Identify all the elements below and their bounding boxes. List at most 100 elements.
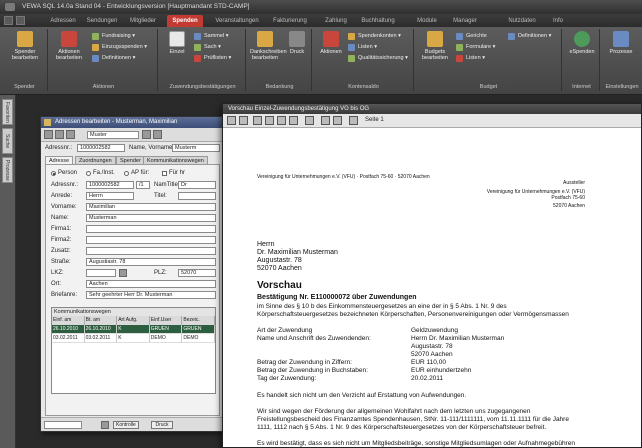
search-icon[interactable]	[142, 130, 151, 139]
last-page-icon[interactable]	[289, 116, 298, 125]
plz-field[interactable]: 52070	[178, 269, 216, 277]
kontrolle-button[interactable]: Kontrolle	[113, 421, 139, 429]
multi-page-icon[interactable]	[333, 116, 342, 125]
tab-buchhaltung[interactable]: Buchhaltung	[356, 15, 400, 27]
first-name-field[interactable]: Maximilian	[86, 203, 216, 211]
tab-zahlung[interactable]: Zahlung	[320, 15, 352, 27]
druck-button[interactable]: Druck	[282, 31, 312, 55]
column-header[interactable]: Bt. am	[84, 316, 118, 325]
new-record-icon[interactable]	[66, 130, 75, 139]
budgets-bearbeiten-button[interactable]: Budgets bearbeiten	[420, 31, 450, 61]
radio-person[interactable]	[51, 171, 56, 176]
tab-fakturierung[interactable]: Fakturierung	[268, 15, 312, 27]
lkz-field[interactable]	[86, 269, 116, 277]
ribbon-group-label: Spender	[14, 84, 35, 90]
paragraph-line: Freistellungsbescheid des Finanzamtes Sp…	[257, 416, 569, 423]
field-label: Art der Zuwendung	[257, 327, 313, 334]
address-no-label: Adressnr.:	[45, 145, 73, 151]
zusatz-field[interactable]	[86, 247, 216, 255]
delete-icon[interactable]	[101, 421, 109, 429]
tab-veranstaltungen[interactable]: Veranstaltungen	[212, 15, 262, 27]
fundraising-button[interactable]: Fundraising ▾	[92, 32, 135, 41]
sach-button[interactable]: Sach ▾	[194, 43, 221, 52]
address-no-field[interactable]: 1000002582	[77, 144, 125, 152]
prueflisten-button[interactable]: Prüflisten ▾	[194, 54, 231, 63]
side-tab-prozesse[interactable]: Prozesse	[2, 157, 13, 183]
checkbox-fuer[interactable]	[162, 171, 167, 176]
field-value: Herrn Dr. Maximilian Musterman	[411, 335, 505, 342]
tab-adressen[interactable]: Adressen	[44, 15, 82, 27]
dankschreiben-button[interactable]: Dankschreiben bearbeiten	[250, 31, 287, 61]
firma1-field[interactable]	[86, 225, 216, 233]
ribbon-group-spender: Spender bearbeiten Spender	[2, 29, 48, 91]
prozesse-button[interactable]: Prozesse	[606, 31, 636, 55]
budget-listen-button[interactable]: Listen ▾	[456, 54, 485, 63]
column-header[interactable]: Einf.User	[149, 316, 183, 325]
tab-nutzdaten[interactable]: Nutzdaten	[504, 15, 540, 27]
tab-spenden[interactable]: Spenden	[167, 15, 203, 27]
column-header[interactable]: Art Aufg.	[117, 316, 150, 325]
nametitle-field[interactable]: Dr	[178, 181, 216, 189]
close-preview-icon[interactable]	[349, 116, 358, 125]
einzugsspenden-button[interactable]: Einzugsspenden ▾	[92, 43, 147, 52]
letter-salutation-field[interactable]: Sehr geehrter Herr Dr. Musterman	[86, 291, 216, 299]
tab-sendungen[interactable]: Sendungen	[82, 15, 122, 27]
field-value: Geldzuwendung	[411, 327, 458, 334]
printer-icon	[289, 31, 305, 47]
definitionen-button[interactable]: Definitionen ▾	[92, 54, 135, 63]
single-page-icon[interactable]	[321, 116, 330, 125]
person-icon	[17, 31, 33, 47]
radio-ap-label: AP für:	[131, 170, 150, 176]
search-input[interactable]: Muster	[87, 131, 139, 139]
spender-bearbeiten-button[interactable]: Spender bearbeiten	[10, 31, 40, 61]
sammel-button[interactable]: Sammel ▾	[194, 32, 228, 41]
tab-info[interactable]: Info	[548, 15, 568, 27]
budget-definitionen-button[interactable]: Definitionen ▾	[508, 32, 551, 41]
side-tab-suche[interactable]: Suche	[2, 128, 13, 154]
prev-record-icon[interactable]	[55, 130, 64, 139]
address-sub-field[interactable]: /1	[136, 181, 150, 189]
quick-save-icon[interactable]	[4, 16, 13, 25]
save-icon[interactable]	[239, 116, 248, 125]
ort-field[interactable]: Aachen	[86, 280, 216, 288]
firma2-field[interactable]	[86, 236, 216, 244]
radio-firma[interactable]	[86, 171, 91, 176]
next-page-icon[interactable]	[277, 116, 286, 125]
salutation-field[interactable]: Herrn	[86, 192, 134, 200]
spendenkonten-button[interactable]: Spendenkonten ▾	[348, 32, 401, 41]
filter-icon[interactable]	[153, 130, 162, 139]
street-field[interactable]: Augustiastr. 78	[86, 258, 216, 266]
prev-page-icon[interactable]	[265, 116, 274, 125]
name-first-field[interactable]: Musterm	[172, 144, 220, 152]
side-tab-favoriten[interactable]: Favoriten	[2, 99, 13, 125]
table-row[interactable]: 26.10.2010 26.10.2010 K GRUEN GRUEN	[52, 325, 215, 334]
print-icon[interactable]	[227, 116, 236, 125]
first-record-icon[interactable]	[44, 130, 53, 139]
column-header[interactable]: Bezeic.	[182, 316, 215, 325]
formulare-button[interactable]: Formulare ▾	[456, 43, 495, 52]
aktionen-saldo-button[interactable]: Aktionen	[316, 31, 346, 55]
first-page-icon[interactable]	[253, 116, 262, 125]
name-field[interactable]: Musterman	[86, 214, 216, 222]
einzel-button[interactable]: Einzel	[162, 31, 192, 55]
table-row[interactable]: 03.02.2011 03.02.2011 K DEMO DEMO	[52, 334, 215, 343]
table-cell: GRUEN	[149, 325, 183, 334]
aktionen-bearbeiten-button[interactable]: Aktionen bearbeiten	[54, 31, 84, 61]
qualitaetssicherung-button[interactable]: Qualitätssicherung ▾	[348, 54, 408, 63]
gerichte-button[interactable]: Gerichte	[456, 32, 487, 41]
tab-module[interactable]: Module	[412, 15, 442, 27]
record-selector[interactable]	[44, 421, 82, 429]
title-field[interactable]	[178, 192, 216, 200]
quick-undo-icon[interactable]	[16, 16, 25, 25]
address-druck-button[interactable]: Druck	[151, 421, 173, 429]
lkz-lookup-icon[interactable]	[119, 269, 127, 277]
column-header[interactable]: Einf. am	[52, 316, 85, 325]
espenden-button[interactable]: eSpenden	[567, 31, 597, 55]
tab-manager[interactable]: Manager	[448, 15, 482, 27]
ribbon-tab-bar: Adressen Sendungen Mitglieder Spenden Ve…	[0, 14, 642, 27]
listen-button[interactable]: Listen ▾	[348, 43, 377, 52]
zoom-icon[interactable]	[305, 116, 314, 125]
address-no2-field[interactable]: 1000002582	[86, 181, 134, 189]
radio-ap[interactable]	[124, 171, 129, 176]
tab-mitglieder[interactable]: Mitglieder	[124, 15, 162, 27]
